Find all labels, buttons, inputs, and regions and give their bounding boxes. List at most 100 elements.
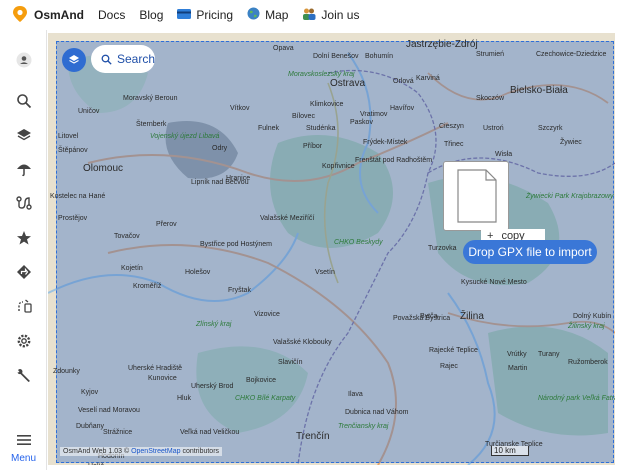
place-label: Žilinský kraj (568, 323, 605, 330)
place-label: Fulnek (258, 125, 280, 132)
place-label: Žilina (460, 311, 484, 322)
travel-icon[interactable] (0, 292, 47, 320)
place-label: CHKO Bílé Karpaty (235, 395, 296, 402)
place-label: Vratimov (360, 111, 388, 118)
place-label: Tovačov (114, 233, 140, 240)
place-label: Cieszyn (439, 123, 464, 130)
place-label: Hranice (226, 175, 251, 182)
navigation-icon[interactable] (0, 258, 47, 286)
osmand-logo-icon (12, 5, 28, 26)
nav-map[interactable]: Map (247, 7, 288, 23)
weather-icon[interactable] (0, 155, 47, 183)
account-icon[interactable] (0, 46, 47, 74)
place-label: Dubnica nad Váhom (345, 409, 409, 416)
place-label: Ostrava (330, 78, 366, 89)
people-icon (302, 7, 316, 23)
place-label: Klimkovice (310, 101, 344, 108)
place-label: Vrútky (507, 351, 527, 358)
place-label: Czechowice-Dziedzice (536, 51, 607, 58)
map-search-button[interactable]: Search (91, 45, 155, 73)
nav-blog[interactable]: Blog (139, 8, 163, 22)
nav-pricing[interactable]: Pricing (177, 8, 233, 22)
place-label: Martin (508, 365, 528, 372)
place-label: Skoczów (476, 95, 505, 102)
globe-icon (247, 7, 260, 23)
place-label: Holíč (88, 463, 104, 465)
place-label: Bojkovice (246, 377, 276, 384)
place-label: Kyjov (81, 389, 99, 396)
file-icon (457, 169, 497, 223)
place-label: Vizovice (254, 311, 280, 318)
place-label: Karviná (416, 75, 440, 82)
map-canvas[interactable]: Opava Dolní Benešov Bohumín Jastrzębie-Zdró… (48, 33, 615, 465)
place-label: Hluk (177, 395, 192, 402)
place-label: Ilava (348, 391, 363, 398)
place-label: Strumień (476, 51, 505, 58)
pricing-card-icon (177, 8, 192, 22)
place-label: Szczyrk (538, 125, 563, 132)
menu-icon (16, 432, 31, 450)
place-label: Bystřice pod Hostýnem (200, 241, 272, 248)
place-label: Rajec (440, 363, 458, 370)
place-label: Studénka (306, 125, 336, 132)
routes-icon[interactable] (0, 189, 47, 217)
brand-name: OsmAnd (34, 8, 85, 22)
place-label: Żywiecki Park Krajobrazowy (526, 193, 614, 200)
place-label: Dubňany (76, 423, 105, 430)
place-label: Bílovec (292, 113, 315, 120)
place-label: Veľká nad Veličkou (180, 429, 240, 436)
place-label: Vítkov (230, 105, 250, 112)
menu-button[interactable]: Menu (0, 430, 47, 466)
place-label: Považská Bystrica (393, 315, 451, 322)
place-label: Moravský Beroun (123, 95, 178, 102)
nav-join-us[interactable]: Join us (302, 7, 359, 23)
place-label: Opava (273, 45, 294, 52)
top-bar: OsmAnd Docs Blog Pricing Map Join us (0, 0, 620, 30)
tools-icon[interactable] (0, 361, 47, 389)
map-search-label: Search (116, 52, 155, 66)
search-icon[interactable] (0, 87, 47, 115)
place-label: Turany (538, 351, 560, 358)
place-label: Kostelec na Hané (50, 193, 106, 200)
place-label: Kysucké Nové Mesto (461, 279, 527, 286)
place-label: Holešov (185, 269, 211, 276)
sidebar: Menu (0, 30, 47, 470)
drag-file-preview (443, 161, 509, 231)
place-label: Paskov (350, 119, 373, 126)
search-icon (101, 54, 112, 65)
map-attribution: OsmAnd Web 1.03 © OpenStreetMap contribu… (60, 447, 223, 456)
place-label: Strážnice (103, 429, 133, 436)
favorites-icon[interactable] (0, 224, 47, 252)
place-label: Slavičín (278, 359, 303, 366)
place-label: Štěpánov (58, 147, 88, 154)
openstreetmap-link[interactable]: OpenStreetMap (131, 448, 180, 455)
place-label: Veselí nad Moravou (78, 407, 140, 414)
place-label: Olomouc (83, 163, 124, 174)
brand[interactable]: OsmAnd (12, 5, 84, 26)
place-label: Odry (212, 145, 228, 152)
place-label: Třinec (444, 141, 464, 148)
place-label: Jastrzębie-Zdrój (406, 39, 478, 50)
place-label: Uherské Hradiště (128, 365, 183, 372)
place-label: Zlínský kraj (196, 321, 232, 328)
place-label: Trenčín (296, 431, 330, 442)
place-label: Frýdek-Místek (363, 139, 408, 146)
place-label: Valašské Meziříčí (260, 215, 315, 222)
place-label: Bohumín (365, 53, 394, 60)
place-label: Havířov (390, 105, 415, 112)
place-label: Fryštak (228, 287, 251, 294)
place-label: Trenčiansky kraj (338, 423, 389, 430)
nav-docs[interactable]: Docs (98, 8, 125, 22)
place-label: Turzovka (428, 245, 457, 252)
place-label: Wisła (495, 151, 513, 158)
layers-button[interactable] (62, 48, 86, 72)
layers-icon[interactable] (0, 121, 47, 149)
place-label: Uničov (78, 108, 100, 115)
place-label: Kopřivnice (322, 163, 355, 170)
place-label: Kroměříž (133, 283, 162, 290)
place-label: Šternberk (136, 121, 167, 128)
settings-icon[interactable] (0, 327, 47, 355)
place-label: Ustroń (483, 125, 504, 132)
place-label: Rajecké Teplice (429, 347, 478, 354)
place-label: Národný park Veľká Fatra (538, 395, 615, 402)
